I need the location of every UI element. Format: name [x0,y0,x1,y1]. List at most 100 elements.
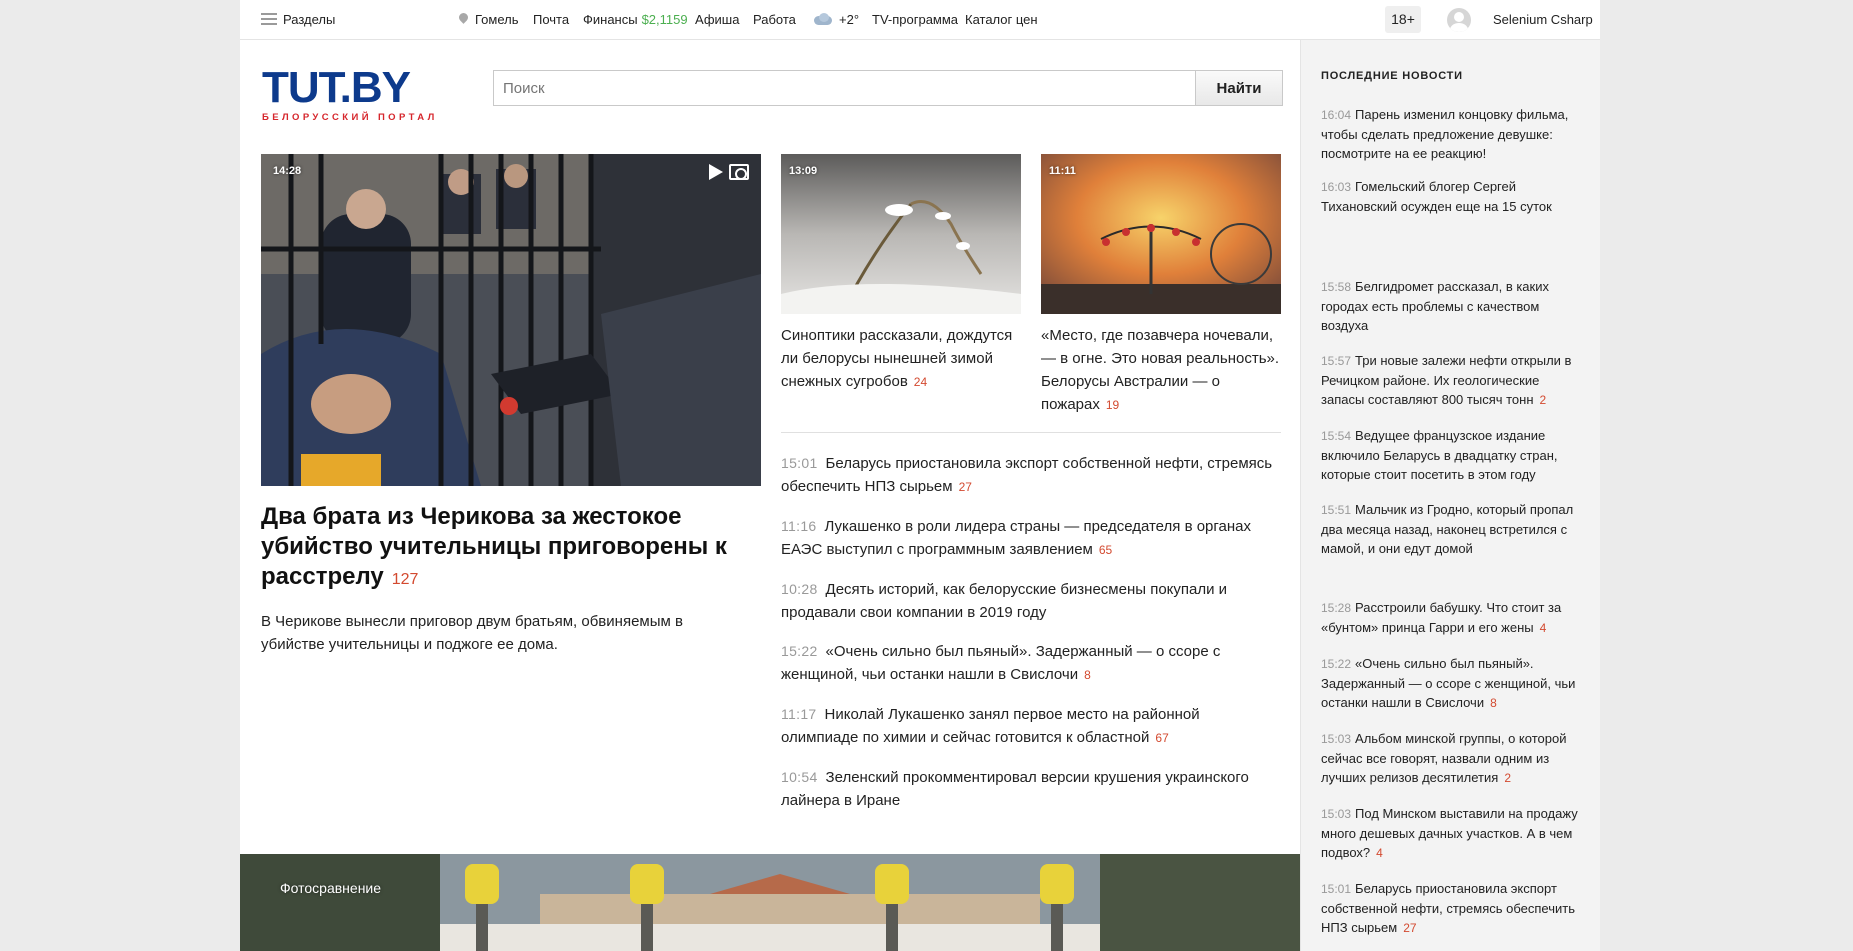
sidebar-news-item[interactable]: 16:04 Парень изменил концовку фильма, что… [1321,105,1586,163]
teaser-title[interactable]: Синоптики рассказали, дождутся ли белору… [781,327,1012,390]
news-title[interactable]: Десять историй, как белорусские бизнесме… [781,581,1227,621]
menu-icon[interactable] [261,13,277,25]
sidebar-news-item[interactable]: 15:54 Ведущее французское издание включил… [1321,426,1586,484]
photo-comparison-banner[interactable]: Фотосравнение [240,854,1300,951]
comment-count[interactable]: 4 [1540,621,1547,635]
weather-link[interactable]: +2° [812,0,859,40]
search-button[interactable]: Найти [1195,70,1283,106]
comment-count[interactable]: 8 [1490,696,1497,710]
sections-link[interactable]: Разделы [283,0,335,40]
sidebar-news-item[interactable]: 15:57 Три новые залежи нефти открыли в Ре… [1321,351,1586,410]
news-time: 15:54 [1321,429,1352,443]
comment-count[interactable]: 27 [1403,921,1416,935]
news-title[interactable]: Мальчик из Гродно, который пропал два ме… [1321,502,1573,556]
video-icon [709,164,723,180]
snow-grass-photo [781,154,1021,314]
sidebar-news-item[interactable]: 15:03 Под Минском выставили на продажу мн… [1321,804,1586,863]
user-name-link[interactable]: Selenium Csharp [1493,0,1593,40]
teaser-headline-1[interactable]: Синоптики рассказали, дождутся ли белору… [781,324,1021,394]
user-avatar-icon[interactable] [1447,8,1471,32]
news-title[interactable]: «Очень сильно был пьяный». Задержанный —… [781,643,1220,683]
sidebar-news-item[interactable]: 15:58 Белгидромет рассказал, в каких горо… [1321,277,1586,335]
news-time: 15:03 [1321,807,1352,821]
top-bar: Разделы Гомель Почта Финансы $2,1159 Афиш… [240,0,1600,40]
comment-count[interactable]: 4 [1376,846,1383,860]
news-time: 15:57 [1321,354,1352,368]
city-link[interactable]: Гомель [459,0,519,40]
news-time: 15:28 [1321,601,1352,615]
teaser-headline-2[interactable]: «Место, где позавчера ночевали, — в огне… [1041,324,1281,417]
comment-count[interactable]: 67 [1155,731,1168,745]
comment-count[interactable]: 19 [1106,398,1119,412]
comment-count[interactable]: 127 [392,571,419,588]
news-time: 15:51 [1321,503,1352,517]
list-item[interactable]: 10:54 Зеленский прокомментировал версии к… [781,766,1281,812]
list-item[interactable]: 10:28 Десять историй, как белорусские биз… [781,578,1281,624]
comment-count[interactable]: 8 [1084,668,1091,682]
work-link[interactable]: Работа [753,0,796,40]
sidebar-news-item[interactable]: 15:22 «Очень сильно был пьяный». Задержан… [1321,654,1586,713]
news-time: 11:17 [781,706,817,722]
finance-link[interactable]: Финансы $2,1159 [583,0,688,40]
news-title[interactable]: Альбом минской группы, о которой сейчас … [1321,731,1566,785]
banner-label: Фотосравнение [280,880,382,896]
sidebar-news-item[interactable]: 16:03 Гомельский блогер Сергей Тихановски… [1321,177,1586,216]
news-title[interactable]: Ведущее французское издание включило Бел… [1321,428,1558,482]
news-title[interactable]: Лукашенко в роли лидера страны — председ… [781,518,1251,558]
news-time: 16:04 [1321,108,1352,122]
news-title[interactable]: Зеленский прокомментировал версии крушен… [781,769,1249,809]
news-title[interactable]: Беларусь приостановила экспорт собственн… [781,455,1272,495]
main-story-title[interactable]: Два брата из Черикова за жестокое убийст… [261,503,727,590]
main-story-time: 14:28 [273,165,302,177]
news-time: 15:01 [781,455,818,471]
news-title[interactable]: «Очень сильно был пьяный». Задержанный —… [1321,656,1575,710]
news-title[interactable]: Расстроили бабушку. Что стоит за «бунтом… [1321,600,1561,635]
news-title[interactable]: Белгидромет рассказал, в каких городах е… [1321,279,1549,333]
news-time: 15:03 [1321,732,1352,746]
cloud-icon [812,13,834,25]
news-time: 10:28 [781,581,818,597]
list-item[interactable]: 15:22 «Очень сильно был пьяный». Задержан… [781,640,1281,687]
sidebar-news-item[interactable]: 15:28 Расстроили бабушку. Что стоит за «б… [1321,598,1586,638]
teaser-title[interactable]: «Место, где позавчера ночевали, — в огне… [1041,327,1279,413]
comment-count[interactable]: 2 [1540,393,1547,407]
list-item[interactable]: 15:01 Беларусь приостановила экспорт собс… [781,452,1281,499]
photo-icon [729,164,749,180]
afisha-link[interactable]: Афиша [695,0,739,40]
price-catalog-link[interactable]: Каталог цен [965,0,1038,40]
teaser-time: 13:09 [789,165,818,177]
news-time: 11:16 [781,518,817,534]
main-story-image[interactable]: 14:28 [261,154,761,486]
news-title[interactable]: Беларусь приостановила экспорт собственн… [1321,881,1575,935]
comment-count[interactable]: 2 [1504,771,1511,785]
news-time: 15:58 [1321,280,1352,294]
sidebar-heading: ПОСЛЕДНИЕ НОВОСТИ [1321,70,1463,82]
sidebar-news-item[interactable]: 15:51 Мальчик из Гродно, который пропал д… [1321,500,1586,558]
weather-temperature: +2° [839,12,860,27]
tv-program-link[interactable]: TV-программа [872,0,958,40]
news-title[interactable]: Три новые залежи нефти открыли в Речицко… [1321,353,1571,407]
park-photo [240,854,1300,951]
sidebar-news-item[interactable]: 15:03 Альбом минской группы, о которой се… [1321,729,1586,788]
list-item[interactable]: 11:16 Лукашенко в роли лидера страны — пр… [781,515,1281,562]
news-title[interactable]: Парень изменил концовку фильма, чтобы сд… [1321,107,1568,161]
teaser-image-snow[interactable]: 13:09 [781,154,1021,314]
teaser-image-fire[interactable]: 11:11 [1041,154,1281,314]
comment-count[interactable]: 24 [914,375,927,389]
comment-count[interactable]: 27 [959,480,972,494]
comment-count[interactable]: 65 [1099,543,1112,557]
main-story-headline[interactable]: Два брата из Черикова за жестокое убийст… [261,502,741,595]
list-item[interactable]: 11:17 Николай Лукашенко занял первое мест… [781,703,1281,750]
main-story-lead: В Черикове вынесли приговор двум братьям… [261,613,683,653]
mail-link[interactable]: Почта [533,0,569,40]
city-label: Гомель [475,12,519,27]
courtroom-photo [261,154,761,486]
news-title[interactable]: Николай Лукашенко занял первое место на … [781,706,1200,746]
site-logo[interactable]: TUT.BY БЕЛОРУССКИЙ ПОРТАЛ [262,66,440,128]
logo-tagline: БЕЛОРУССКИЙ ПОРТАЛ [262,112,438,123]
search-input[interactable] [493,70,1195,106]
news-title[interactable]: Гомельский блогер Сергей Тихановский осу… [1321,179,1552,214]
sidebar-news-item[interactable]: 15:01 Беларусь приостановила экспорт собс… [1321,879,1586,938]
currency-rate: $2,1159 [641,12,688,27]
news-title[interactable]: Под Минском выставили на продажу много д… [1321,806,1578,860]
